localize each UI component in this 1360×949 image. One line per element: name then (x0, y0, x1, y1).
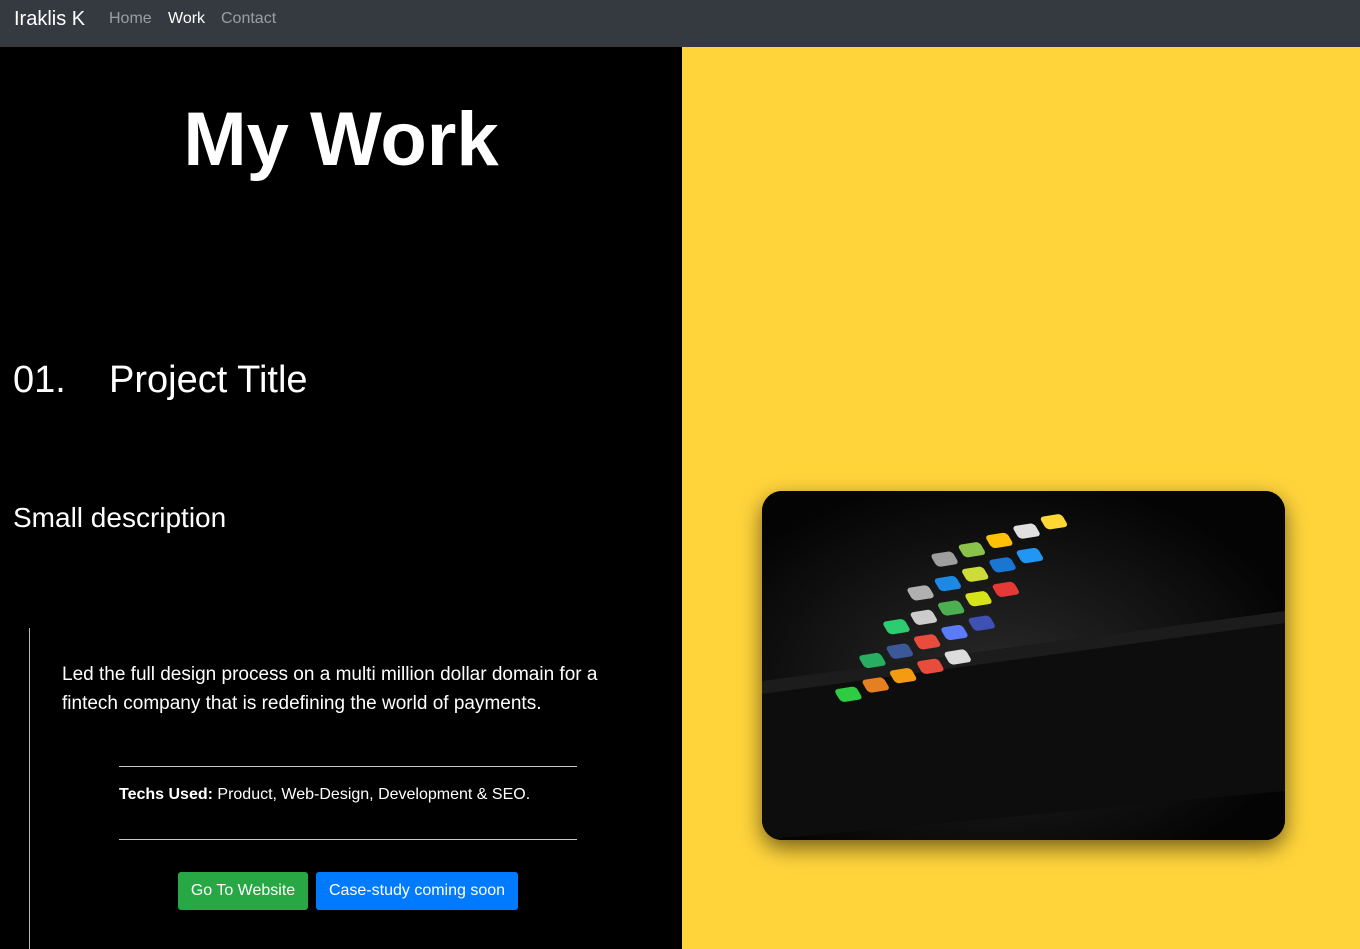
brand-link[interactable]: Iraklis K (14, 8, 85, 30)
nav-link-work[interactable]: Work (168, 10, 205, 28)
project-image-panel (682, 47, 1360, 949)
nav-link-contact[interactable]: Contact (221, 10, 276, 28)
project-description: Led the full design process on a multi m… (62, 664, 598, 714)
go-to-website-button[interactable]: Go To Website (178, 872, 308, 910)
smartphone-app-grid-icon (762, 491, 1285, 840)
project-info-panel: My Work 01. Project Title Small descript… (0, 47, 682, 949)
nav-link-home[interactable]: Home (109, 10, 152, 28)
project-number: 01. (13, 359, 66, 401)
top-navbar: Iraklis K Home Work Contact (0, 0, 1360, 47)
techs-label: Techs Used: (119, 786, 213, 803)
project-subtitle: Small description (13, 502, 227, 533)
project-image (762, 491, 1285, 840)
page-title: My Work (183, 97, 499, 182)
techs-used: Techs Used: Product, Web-Design, Develop… (119, 785, 530, 805)
case-study-button[interactable]: Case-study coming soon (316, 872, 518, 910)
vertical-divider (29, 628, 30, 949)
project-title: Project Title (109, 359, 308, 401)
techs-value: Product, Web-Design, Development & SEO. (212, 786, 531, 803)
divider-bottom (119, 839, 577, 840)
divider-top (119, 766, 577, 767)
